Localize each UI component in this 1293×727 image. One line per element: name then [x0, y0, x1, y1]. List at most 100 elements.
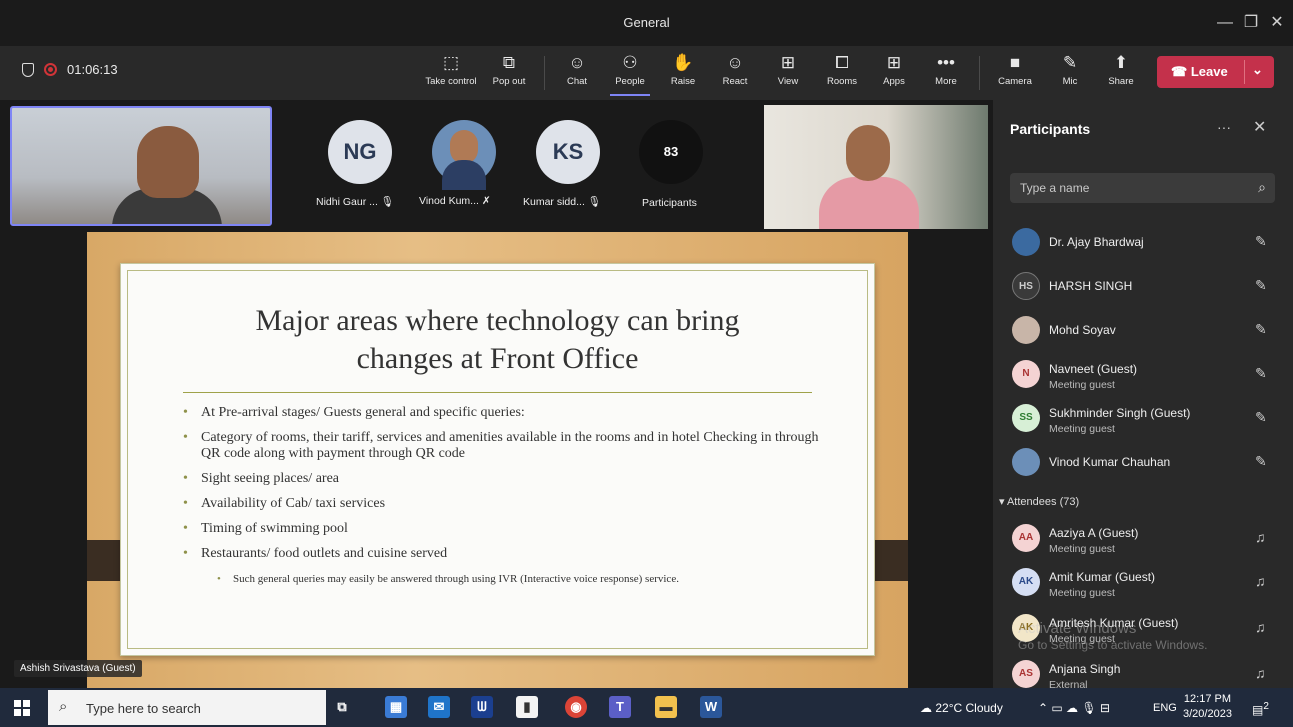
window-title: General: [623, 15, 670, 30]
mail-icon[interactable]: ✉: [428, 696, 450, 718]
minimize-button[interactable]: —: [1214, 12, 1236, 34]
maximize-button[interactable]: ❐: [1240, 12, 1262, 34]
notification-icon[interactable]: ▤2: [1252, 701, 1269, 717]
chrome-icon[interactable]: ◉: [565, 696, 587, 718]
mic-muted-icon: ✎: [1255, 453, 1267, 469]
bullet-item: Restaurants/ food outlets and cuisine se…: [183, 546, 823, 562]
avatar: HS: [1012, 272, 1040, 300]
avatar: SS: [1012, 404, 1040, 432]
list-item[interactable]: AK Amit Kumar (Guest) Meeting guest ♫: [993, 560, 1293, 604]
take-control-icon: ⬚: [442, 53, 460, 72]
share-icon: ⬆: [1113, 53, 1129, 72]
avatar-vinod[interactable]: [432, 120, 496, 190]
people-button[interactable]: ⚇ People: [610, 50, 650, 96]
cloud-icon: ☁: [920, 701, 936, 715]
more-button[interactable]: ••• More: [926, 50, 966, 96]
participant-name: Nidhi Gaur ...: [316, 196, 378, 208]
calculator-icon[interactable]: ▦: [385, 696, 407, 718]
search-icon[interactable]: ⌕: [1258, 179, 1266, 196]
mic-icon: ♫: [1255, 665, 1266, 681]
participant-role: Meeting guest: [1049, 543, 1115, 555]
participant-tile-kumar: Kumar sidd... 🎙: [523, 195, 601, 208]
mic-button[interactable]: ✎ Mic: [1050, 50, 1090, 96]
shield-icon: [22, 62, 34, 77]
presenter-video[interactable]: [10, 106, 272, 226]
avatar: AA: [1012, 524, 1040, 552]
avatar: [1012, 228, 1040, 256]
list-item[interactable]: N Navneet (Guest) Meeting guest ✎: [993, 352, 1293, 396]
apps-label: Apps: [883, 76, 905, 87]
taskbar-search[interactable]: ⌕ Type here to search: [48, 690, 326, 725]
participants-panel: Participants ··· ✕ ⌕ Dr. Ajay Bhardwaj ✎…: [993, 100, 1293, 688]
list-item[interactable]: AA Aaziya A (Guest) Meeting guest ♫: [993, 516, 1293, 560]
windows-taskbar: ⌕ Type here to search ⧉ ▦ ✉ ᗯ ▮ ◉ T ▬ W …: [0, 688, 1293, 727]
file-explorer-icon[interactable]: ▬: [655, 696, 677, 718]
people-label: People: [615, 76, 645, 87]
take-control-button[interactable]: ⬚ Take control: [420, 50, 482, 96]
teams-icon[interactable]: T: [609, 696, 631, 718]
recording-icon: [44, 63, 57, 76]
leave-button[interactable]: ☎ Leave ⌄: [1157, 56, 1274, 88]
windows-start-icon[interactable]: [14, 700, 30, 716]
presenter-head: [137, 126, 199, 198]
list-item[interactable]: AS Anjana Singh External ♫: [993, 652, 1293, 688]
share-button[interactable]: ⬆ Share: [1101, 50, 1141, 96]
list-item[interactable]: AK Amritesh Kumar (Guest) Meeting guest …: [993, 606, 1293, 650]
apps-button[interactable]: ⊞ Apps: [874, 50, 914, 96]
participant-name: HARSH SINGH: [1049, 279, 1133, 293]
pop-out-button[interactable]: ⧉ Pop out: [487, 50, 531, 96]
list-item[interactable]: Vinod Kumar Chauhan ✎: [993, 440, 1293, 484]
participant-name: Sukhminder Singh (Guest): [1049, 406, 1191, 420]
view-label: View: [777, 76, 799, 87]
participants-label: Participants: [642, 197, 697, 209]
mic-muted-icon: ✎: [1255, 277, 1267, 293]
hand-icon: ✋: [672, 53, 694, 72]
list-item[interactable]: SS Sukhminder Singh (Guest) Meeting gues…: [993, 396, 1293, 440]
system-tray-icons[interactable]: ⌃ ▭ ☁ 🎙 ⊟: [1038, 701, 1110, 715]
app-icon[interactable]: ᗯ: [471, 696, 493, 718]
chevron-down-icon[interactable]: ⌄: [1252, 62, 1263, 78]
avatar: [1012, 316, 1040, 344]
rooms-label: Rooms: [826, 76, 858, 87]
participant-head: [846, 125, 890, 181]
raise-hand-button[interactable]: ✋ Raise: [663, 50, 703, 96]
avatar-photo-body: [442, 160, 486, 190]
weather-widget[interactable]: ☁ 22°C Cloudy: [920, 701, 1003, 715]
slide-divider: [183, 392, 812, 393]
participant-name: Amit Kumar (Guest): [1049, 570, 1156, 584]
list-item[interactable]: Dr. Ajay Bhardwaj ✎: [993, 220, 1293, 264]
sub-bullet-item: Such general queries may easily be answe…: [183, 571, 823, 587]
avatar-ks[interactable]: KS: [536, 120, 600, 184]
avatar-ng[interactable]: NG: [328, 120, 392, 184]
search-input[interactable]: [1010, 173, 1240, 203]
rooms-button[interactable]: ⧠ Rooms: [821, 50, 863, 96]
close-window-button[interactable]: ✕: [1266, 12, 1288, 34]
avatar: AS: [1012, 660, 1040, 688]
camera-button[interactable]: ■ Camera: [993, 50, 1037, 96]
slide-title-line: Major areas where technology can bring: [255, 304, 740, 337]
more-options-icon[interactable]: ···: [1217, 119, 1231, 135]
meeting-status: 01:06:13: [22, 62, 118, 77]
attendees-section-header[interactable]: ▾ Attendees (73): [999, 495, 1079, 508]
word-icon[interactable]: W: [700, 696, 722, 718]
slide-title: Major areas where technology can bring c…: [121, 302, 874, 378]
participants-count-badge[interactable]: 83: [639, 120, 703, 184]
chat-button[interactable]: ☺ Chat: [557, 50, 597, 96]
participant-video[interactable]: [764, 105, 988, 229]
react-button[interactable]: ☺ React: [715, 50, 755, 96]
chat-label: Chat: [566, 76, 588, 87]
view-button[interactable]: ⊞ View: [768, 50, 808, 96]
plus-box-icon: ⊞: [886, 53, 902, 72]
language-indicator[interactable]: ENG: [1153, 702, 1177, 714]
camera-label: Camera: [998, 76, 1032, 87]
list-item[interactable]: Mohd Soyav ✎: [993, 308, 1293, 352]
file-icon[interactable]: ▮: [516, 696, 538, 718]
close-panel-icon[interactable]: ✕: [1253, 117, 1266, 137]
notification-count: 2: [1263, 701, 1269, 712]
system-clock[interactable]: 12:17 PM 3/20/2023: [1183, 692, 1232, 722]
task-view-icon[interactable]: ⧉: [331, 696, 353, 718]
participant-role: Meeting guest: [1049, 423, 1115, 435]
list-item[interactable]: HS HARSH SINGH ✎: [993, 264, 1293, 308]
participant-name: Kumar sidd...: [523, 196, 585, 208]
mic-muted-icon: ✎: [1255, 321, 1267, 337]
